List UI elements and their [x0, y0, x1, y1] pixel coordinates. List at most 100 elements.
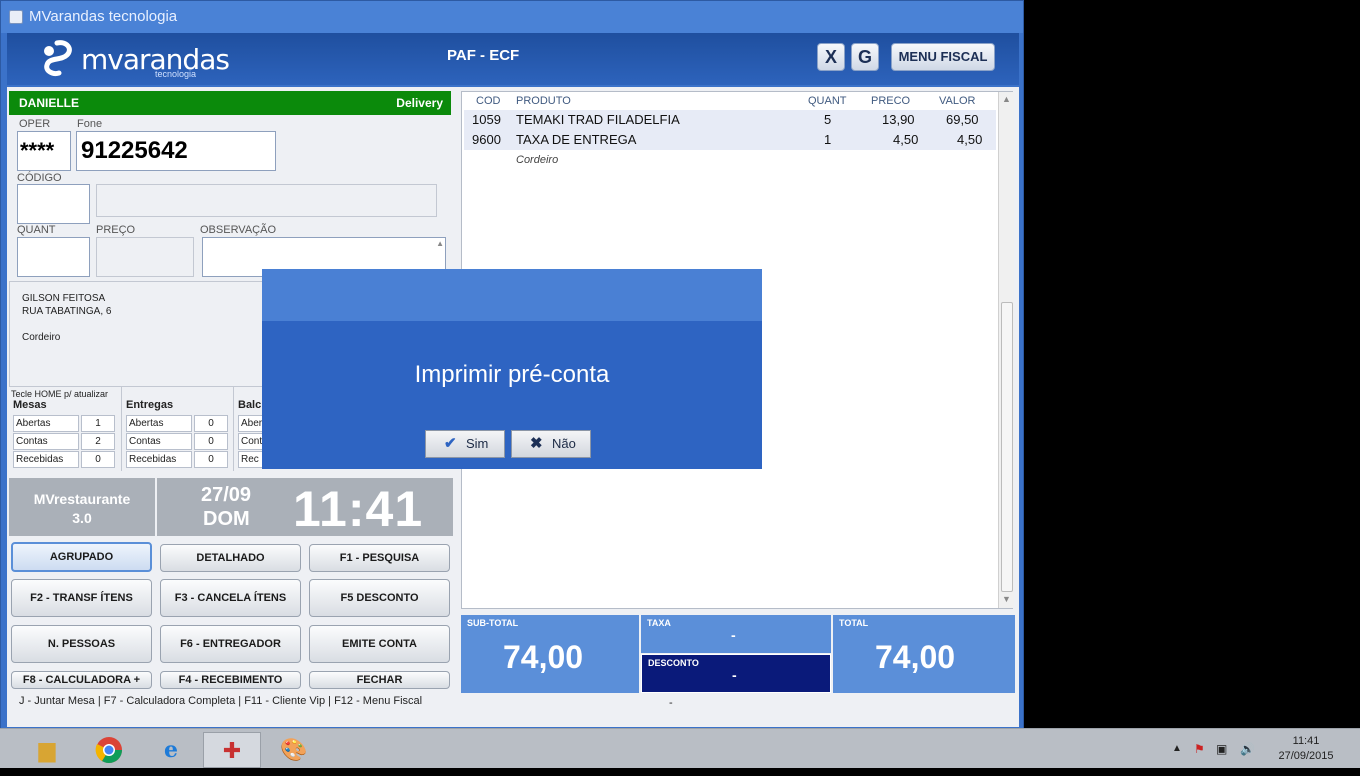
- produto-description-field: [96, 184, 437, 217]
- clock-box: 27/09 DOM 11:41: [157, 478, 453, 537]
- desconto-box: DESCONTO -: [641, 654, 831, 693]
- fechar-button[interactable]: FECHAR: [309, 671, 450, 689]
- oper-field[interactable]: ****: [17, 131, 71, 171]
- fone-field[interactable]: 91225642: [76, 131, 276, 171]
- confirm-dialog: Imprimir pré-conta ✔ Sim ✖ Não: [262, 269, 762, 469]
- preco-field: [96, 237, 194, 277]
- obs-label: OBSERVAÇÃO: [200, 224, 277, 236]
- desconto-label: DESCONTO: [648, 658, 699, 668]
- mesas-row: Abertas 1: [13, 415, 115, 432]
- taskbar: ▆ e ✚ 🎨 ▲ ⚑ ▣ 🔊 11:41 27/09/2015: [0, 728, 1360, 768]
- brand-name: MVrestaurante: [33, 491, 131, 507]
- close-icon: ✖: [530, 435, 543, 452]
- col-produto: PRODUTO: [516, 95, 571, 107]
- table-row[interactable]: 9600 TAXA DE ENTREGA 1 4,50 4,50: [464, 130, 996, 150]
- dialog-title-bar: [262, 269, 762, 321]
- total-value: 74,00: [875, 639, 956, 675]
- desconto-value: -: [732, 667, 737, 683]
- grid-scrollbar[interactable]: ▲ ▼: [998, 92, 1014, 608]
- clock-day: DOM: [203, 508, 250, 530]
- cancela-itens-button[interactable]: F3 - CANCELA ÍTENS: [160, 579, 301, 617]
- table-row[interactable]: 1059 TEMAKI TRAD FILADELFIA 5 13,90 69,5…: [464, 110, 996, 130]
- menu-fiscal-button[interactable]: MENU FISCAL: [891, 43, 995, 71]
- taxa-value: -: [731, 627, 736, 643]
- show-hidden-icons-icon[interactable]: ▲: [1172, 729, 1182, 769]
- total-label: TOTAL: [839, 618, 869, 628]
- logo-sub: tecnologia: [155, 69, 197, 79]
- header: mvarandas tecnologia PAF - ECF X G MENU …: [7, 33, 1019, 85]
- check-icon: ✔: [444, 435, 457, 452]
- fone-label: Fone: [77, 118, 103, 130]
- pesquisa-button[interactable]: F1 - PESQUISA: [309, 544, 450, 572]
- scroll-down-icon[interactable]: ▼: [1002, 594, 1011, 604]
- desconto-button[interactable]: F5 DESCONTO: [309, 579, 450, 617]
- window-title: MVarandas tecnologia: [29, 8, 178, 25]
- clock-date: 27/09: [201, 484, 252, 506]
- nao-label: Não: [552, 436, 576, 451]
- status-dash: -: [669, 697, 673, 709]
- file-explorer-icon[interactable]: ▆: [18, 732, 76, 768]
- detalhado-button[interactable]: DETALHADO: [160, 544, 301, 572]
- taxa-box: TAXA -: [641, 615, 831, 653]
- calculadora-button[interactable]: F8 - CALCULADORA +: [11, 671, 152, 689]
- quant-field[interactable]: [17, 237, 90, 277]
- taxa-label: TAXA: [647, 618, 671, 628]
- client-name: DANIELLE: [19, 96, 79, 110]
- network-icon[interactable]: ⚑: [1194, 729, 1205, 769]
- sim-button[interactable]: ✔ Sim: [425, 430, 505, 458]
- entregas-title: Entregas: [126, 399, 174, 411]
- x-button[interactable]: X: [817, 43, 845, 71]
- subtotal-value: 74,00: [503, 639, 584, 675]
- codigo-field[interactable]: [17, 184, 90, 224]
- entregas-panel: Entregas Abertas 0 Contas 0 Recebidas 0: [121, 387, 233, 471]
- oper-label: OPER: [19, 118, 51, 130]
- preco-label: PREÇO: [96, 224, 136, 236]
- nao-button[interactable]: ✖ Não: [511, 430, 591, 458]
- client-bar: DANIELLE Delivery: [9, 91, 451, 115]
- app-icon: [9, 10, 23, 24]
- entregas-row: Contas 0: [126, 433, 228, 450]
- mvarandas-app-icon[interactable]: ✚: [203, 732, 261, 768]
- agrupado-button[interactable]: AGRUPADO: [11, 542, 152, 572]
- quant-label: QUANT: [17, 224, 56, 236]
- logo-swirl-icon: [44, 40, 72, 76]
- dialog-message: Imprimir pré-conta: [414, 361, 610, 388]
- system-time: 11:41: [1292, 735, 1320, 747]
- subtotal-box: SUB-TOTAL 74,00: [461, 615, 639, 693]
- codigo-label: CÓDIGO: [17, 172, 62, 184]
- clock-time: 11:41: [293, 481, 424, 537]
- pessoas-button[interactable]: N. PESSOAS: [11, 625, 152, 663]
- delivery-mode: Delivery: [396, 96, 443, 110]
- balcao-title: Balc: [238, 399, 262, 411]
- g-button[interactable]: G: [851, 43, 879, 71]
- brand-version: 3.0: [72, 510, 92, 526]
- title-bar[interactable]: MVarandas tecnologia: [1, 1, 1023, 33]
- action-center-icon[interactable]: ▣: [1216, 729, 1227, 769]
- entregas-row: Abertas 0: [126, 415, 228, 432]
- scroll-up-icon[interactable]: ▲: [436, 239, 444, 248]
- transf-itens-button[interactable]: F2 - TRANSF ÍTENS: [11, 579, 152, 617]
- volume-icon[interactable]: 🔊: [1240, 729, 1255, 769]
- logo: mvarandas tecnologia: [37, 37, 230, 81]
- emite-conta-button[interactable]: EMITE CONTA: [309, 625, 450, 663]
- recebimento-button[interactable]: F4 - RECEBIMENTO: [160, 671, 301, 689]
- total-box: TOTAL 74,00: [833, 615, 1015, 693]
- system-date: 27/09/2015: [1278, 750, 1334, 762]
- shortcut-hints: J - Juntar Mesa | F7 - Calculadora Compl…: [19, 695, 423, 707]
- entregador-button[interactable]: F6 - ENTREGADOR: [160, 625, 301, 663]
- col-quant: QUANT: [808, 95, 847, 107]
- system-clock[interactable]: 11:41 27/09/2015: [1268, 734, 1344, 764]
- scroll-up-icon[interactable]: ▲: [1002, 94, 1011, 104]
- brand-box: MVrestaurante 3.0: [9, 478, 155, 536]
- subtotal-label: SUB-TOTAL: [467, 618, 519, 628]
- internet-explorer-icon[interactable]: e: [142, 732, 200, 768]
- col-valor: VALOR: [939, 95, 976, 107]
- chrome-icon[interactable]: [80, 732, 138, 768]
- col-preco: PRECO: [871, 95, 911, 107]
- scroll-thumb[interactable]: [1001, 302, 1013, 592]
- paint-icon[interactable]: 🎨: [265, 732, 323, 768]
- col-cod: COD: [476, 95, 501, 107]
- row-subnote: Cordeiro: [516, 154, 559, 166]
- page-title: PAF - ECF: [447, 47, 520, 64]
- mesas-panel: Mesas Abertas 1 Contas 2 Recebidas 0: [9, 387, 119, 471]
